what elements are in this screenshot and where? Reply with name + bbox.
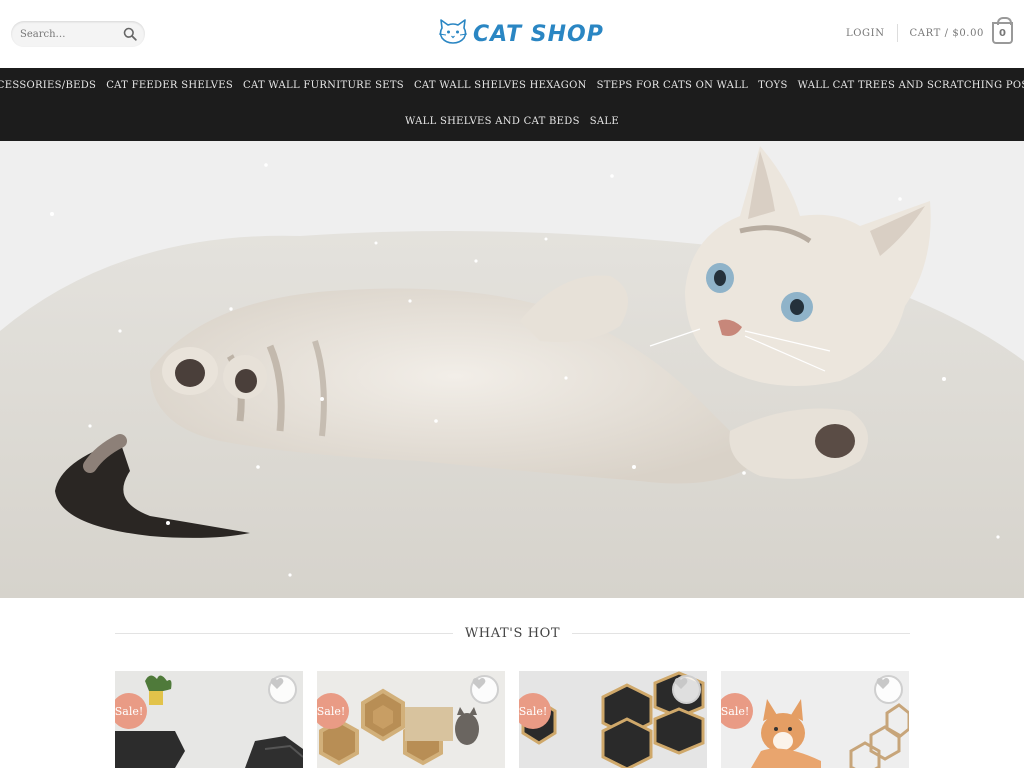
nav-item-cat-wall-shelves-hexagon[interactable]: CAT WALL SHELVES HEXAGON bbox=[409, 79, 592, 93]
search-icon[interactable] bbox=[121, 25, 139, 43]
search-box bbox=[11, 21, 145, 47]
heart-icon[interactable] bbox=[470, 675, 499, 704]
cart-link[interactable]: CART / $0.00 0 bbox=[909, 17, 1013, 44]
nav-item-steps-for-cats-on-wall[interactable]: STEPS FOR CATS ON WALL bbox=[592, 79, 753, 93]
section-divider-left bbox=[115, 632, 453, 634]
nav-row-2: WALL SHELVES AND CAT BEDS SALE bbox=[0, 115, 1024, 129]
site-header: CAT SHOP LOGIN CART / $0.00 0 bbox=[0, 0, 1024, 68]
product-grid: Sale! Sale! Sale! Sale! bbox=[115, 671, 910, 768]
site-logo[interactable]: CAT SHOP bbox=[437, 19, 604, 49]
heart-icon[interactable] bbox=[672, 675, 701, 704]
search-input[interactable] bbox=[11, 21, 111, 47]
cart-label: CART / $0.00 bbox=[909, 27, 984, 39]
nav-item-wall-shelves-and-cat-beds[interactable]: WALL SHELVES AND CAT BEDS bbox=[400, 115, 585, 129]
nav-item-sale[interactable]: SALE bbox=[585, 115, 624, 129]
heart-icon[interactable] bbox=[874, 675, 903, 704]
product-card[interactable]: Sale! bbox=[519, 671, 707, 768]
login-link[interactable]: LOGIN bbox=[846, 28, 885, 39]
account-links: LOGIN CART / $0.00 0 bbox=[846, 17, 1013, 45]
hero-banner[interactable] bbox=[0, 141, 1024, 598]
whats-hot-heading: WHAT'S HOT bbox=[115, 622, 911, 644]
kitten-hero-image bbox=[0, 141, 1024, 598]
nav-row-1: ACCESSORIES/BEDS CAT FEEDER SHELVES CAT … bbox=[0, 79, 1024, 93]
main-navigation: ACCESSORIES/BEDS CAT FEEDER SHELVES CAT … bbox=[0, 68, 1024, 141]
section-divider-right bbox=[572, 632, 911, 634]
logo-text: CAT SHOP bbox=[473, 21, 604, 47]
cat-face-icon bbox=[437, 19, 469, 49]
product-card[interactable]: Sale! bbox=[317, 671, 505, 768]
nav-item-cat-feeder-shelves[interactable]: CAT FEEDER SHELVES bbox=[101, 79, 238, 93]
nav-item-toys[interactable]: TOYS bbox=[753, 79, 793, 93]
header-divider bbox=[896, 24, 898, 42]
heart-icon[interactable] bbox=[268, 675, 297, 704]
cart-count-badge: 0 bbox=[992, 17, 1013, 44]
nav-item-wall-cat-trees[interactable]: WALL CAT TREES AND SCRATCHING POSTS bbox=[793, 79, 1024, 93]
nav-item-accessories-beds[interactable]: ACCESSORIES/BEDS bbox=[0, 79, 101, 93]
nav-item-cat-wall-furniture-sets[interactable]: CAT WALL FURNITURE SETS bbox=[238, 79, 409, 93]
product-card[interactable]: Sale! bbox=[115, 671, 303, 768]
product-card[interactable]: Sale! bbox=[721, 671, 909, 768]
section-title: WHAT'S HOT bbox=[464, 625, 561, 641]
